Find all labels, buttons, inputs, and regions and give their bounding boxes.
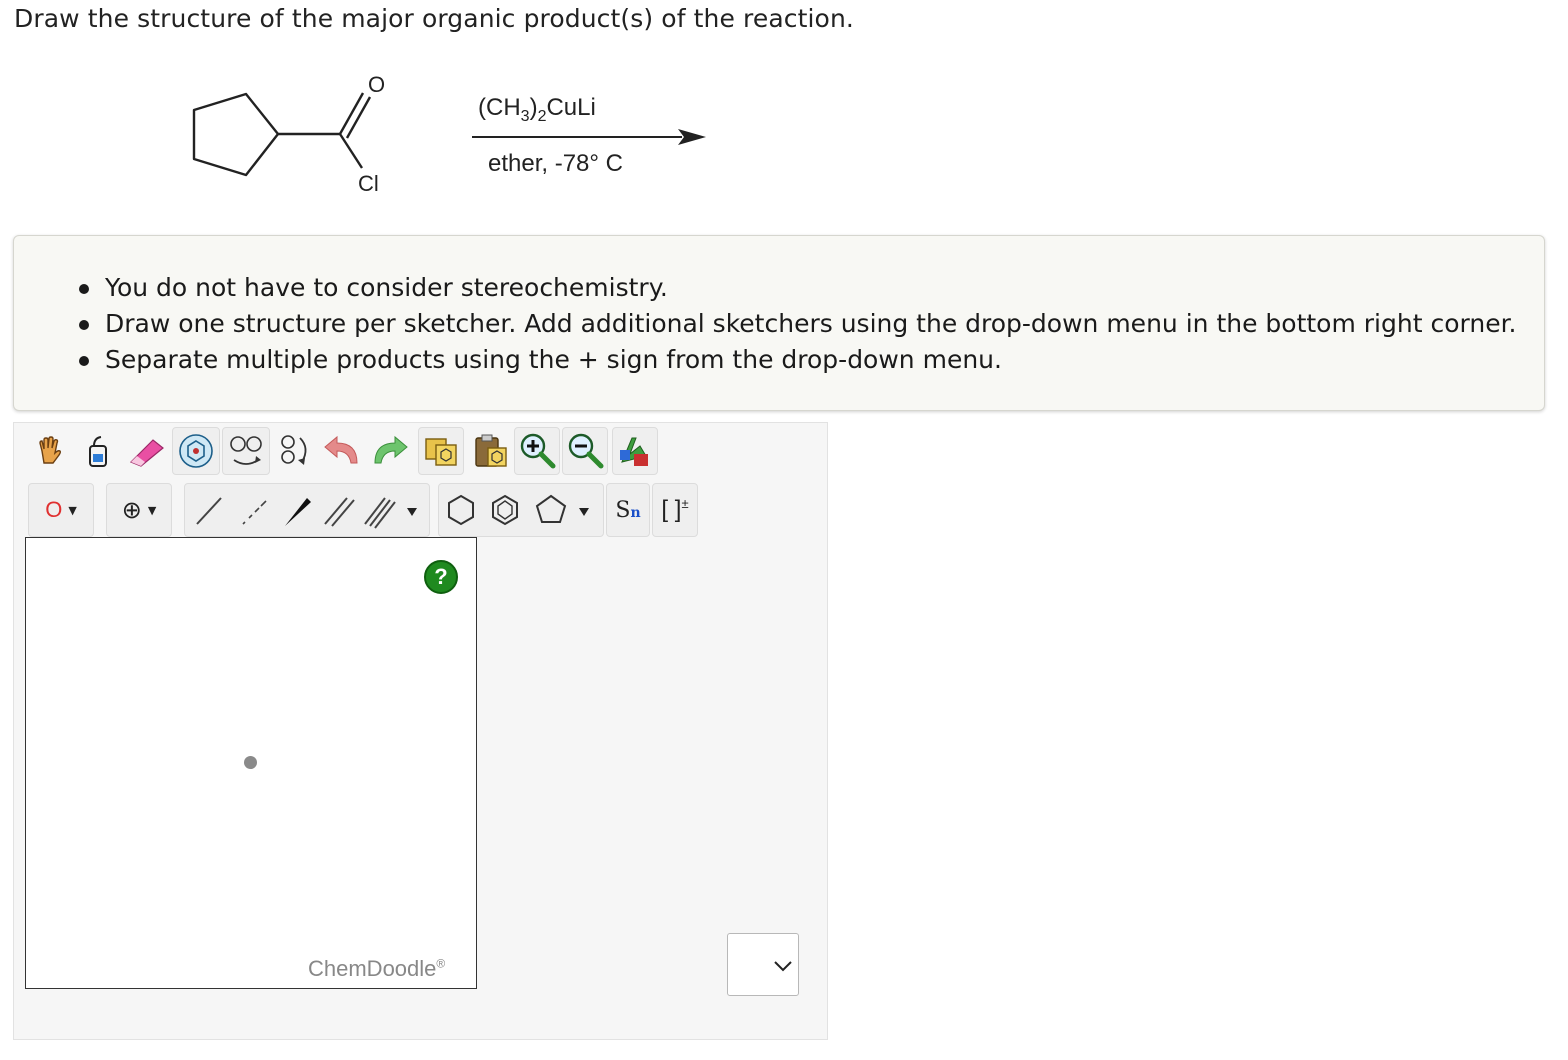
clean-button[interactable] — [172, 427, 220, 475]
flip-icon — [230, 436, 262, 465]
undo-button[interactable] — [320, 429, 366, 473]
chevron-down-icon: ▼ — [68, 503, 77, 517]
triple-bond-icon — [364, 497, 396, 529]
oxygen-label: O — [368, 72, 385, 97]
charge-bracket-button[interactable]: [ ]± — [652, 483, 698, 537]
rotate-button[interactable] — [272, 427, 316, 475]
cyclopentane-icon — [535, 494, 567, 523]
chevron-down-icon — [407, 508, 417, 516]
atom-label-text: O — [45, 497, 63, 522]
zoom-out-button[interactable] — [562, 427, 608, 475]
bracket-icon: [ ]± — [661, 496, 689, 523]
ring-tools-group — [438, 483, 604, 537]
sn-bracket-icon: Sn — [615, 497, 641, 523]
atom-label-dropdown[interactable]: O ▼ — [28, 483, 94, 537]
chem-sketcher: O ▼ ⊕ ▼ Sn []± ? ChemDoodle® — [13, 422, 828, 1040]
cyclopentane-ring — [192, 92, 280, 177]
paste-button[interactable] — [468, 427, 514, 475]
paste-icon — [475, 434, 507, 467]
chlorine-label: Cl — [358, 171, 379, 196]
conditions-label: ether, -78° C — [488, 150, 623, 177]
carbon-chlorine-bond — [338, 133, 364, 169]
chevron-down-icon — [579, 508, 589, 516]
cursor-dot — [244, 756, 257, 769]
atom-colors-icon — [620, 437, 648, 466]
copy-icon — [425, 438, 457, 466]
note-stereochemistry: You do not have to consider stereochemis… — [79, 270, 1544, 306]
rotate-icon — [281, 435, 307, 465]
drawing-canvas[interactable]: ? ChemDoodle® — [25, 537, 477, 989]
reactant-structure: O Cl — [192, 72, 385, 196]
flip-button[interactable] — [222, 427, 270, 475]
add-sketcher-dropdown[interactable] — [727, 933, 799, 996]
note-plus-sign: Separate multiple products using the + s… — [79, 342, 1544, 378]
double-bond-icon — [324, 497, 355, 527]
instructions-box: You do not have to consider stereochemis… — [13, 235, 1545, 411]
hand-icon — [39, 436, 62, 464]
bond-tools-icons — [196, 497, 417, 529]
wedge-bond-icon — [285, 498, 311, 526]
eraser-tool-button[interactable] — [126, 431, 168, 471]
lasso-icon — [89, 436, 107, 467]
hashed-bond-icon — [242, 500, 267, 525]
zoom-in-icon — [520, 433, 556, 469]
reaction-arrow — [472, 129, 706, 145]
chevron-down-icon — [774, 961, 792, 972]
cyclohexane-icon — [448, 494, 474, 526]
zoom-out-icon — [568, 433, 604, 469]
redo-button[interactable] — [366, 429, 412, 473]
chemdoodle-brand: ChemDoodle® — [308, 956, 446, 981]
note-sketchers: Draw one structure per sketcher. Add add… — [79, 306, 1544, 342]
hand-tool-button[interactable] — [32, 431, 68, 471]
clean-icon — [179, 434, 213, 468]
undo-icon — [324, 435, 358, 464]
redo-icon — [374, 435, 408, 464]
question-text: Draw the structure of the major organic … — [14, 4, 854, 33]
eraser-icon — [129, 439, 164, 467]
charge-plus-icon: ⊕ — [121, 496, 142, 524]
atom-colors-button[interactable] — [612, 427, 658, 475]
sn-group-button[interactable]: Sn — [606, 483, 650, 537]
help-button[interactable]: ? — [424, 560, 458, 594]
bond-tools-group — [184, 483, 430, 537]
ring-tools-icons — [448, 494, 589, 526]
lasso-tool-button[interactable] — [80, 431, 116, 471]
single-bond-icon — [196, 497, 222, 525]
charge-dropdown[interactable]: ⊕ ▼ — [106, 483, 172, 537]
zoom-in-button[interactable] — [514, 427, 560, 475]
chevron-down-icon: ▼ — [147, 503, 157, 517]
benzene-icon — [492, 494, 518, 526]
reagent-label: (CH3)2CuLi — [478, 94, 596, 125]
copy-button[interactable] — [418, 427, 464, 475]
